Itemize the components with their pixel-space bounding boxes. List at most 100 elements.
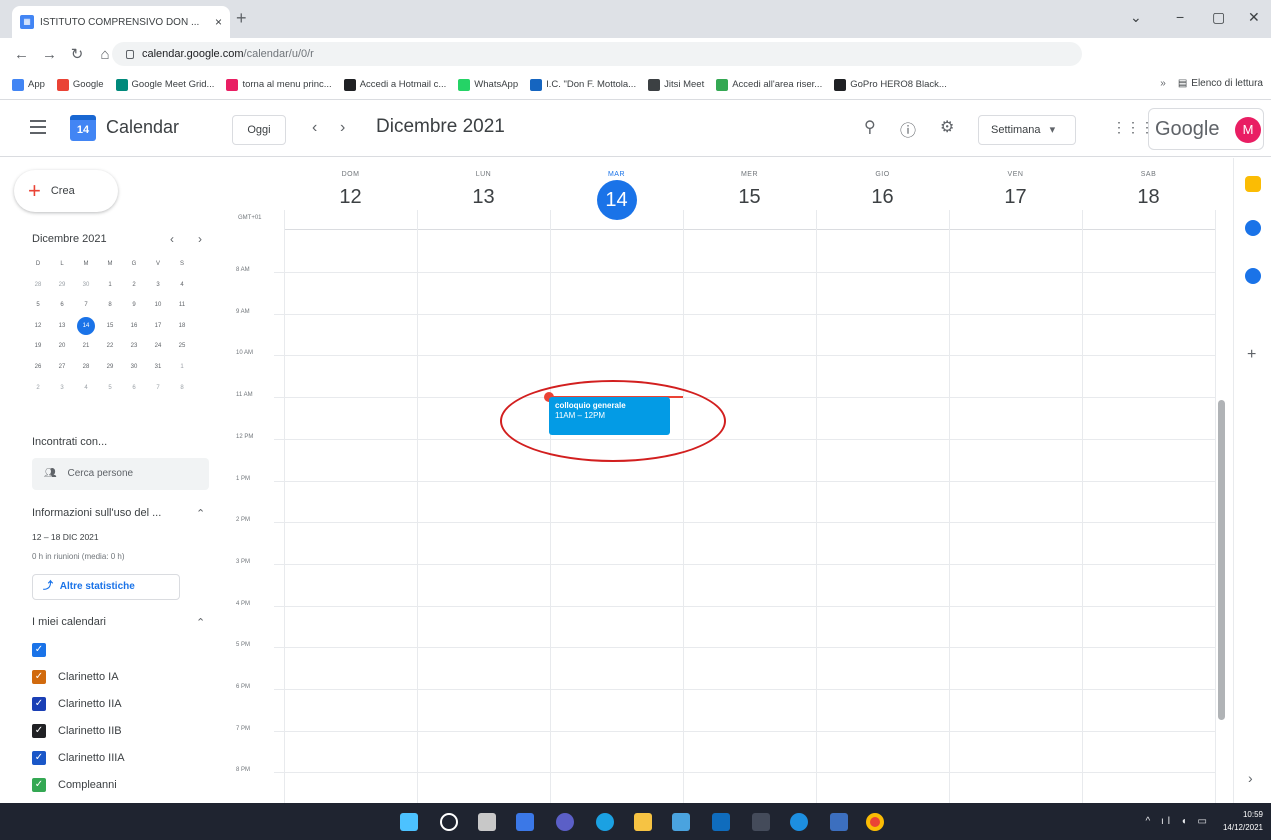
mini-day[interactable]: 6 [122,378,146,399]
mini-day[interactable]: 10 [146,295,170,316]
checkbox-icon[interactable]: ✓ [32,697,46,711]
calendar-item[interactable]: ✓ Compleanni [32,778,117,792]
maximize-icon[interactable]: ▢ [1212,9,1225,26]
taskbar-search-icon[interactable] [440,813,458,831]
account-avatar[interactable]: M [1235,117,1261,143]
new-tab-button[interactable]: + [236,8,247,29]
search-people-input[interactable]: 👥︎ Cerca persone [32,458,209,490]
day-date[interactable]: 14 [596,180,637,220]
url-field[interactable]: calendar.google.com /calendar/u/0/r [112,42,1082,66]
skype-icon[interactable] [790,813,808,831]
add-addon-icon[interactable]: + [1247,346,1256,364]
system-tray-icons[interactable]: ^ ıl ◖ ▭ [1145,816,1211,827]
keep-icon[interactable] [1245,176,1261,192]
chat-icon[interactable] [556,813,574,831]
tasks-icon[interactable] [1245,220,1261,236]
mini-day[interactable]: 30 [74,275,98,296]
create-button[interactable]: + Crea [14,170,118,212]
close-tab-icon[interactable]: × [215,15,222,29]
checkbox-icon[interactable]: ✓ [32,778,46,792]
mini-day[interactable]: 17 [146,316,170,337]
view-selector[interactable]: Settimana ▾ [978,115,1076,145]
bookmark-item[interactable]: Google Meet Grid... [115,78,214,91]
reload-icon[interactable]: ↻ [70,45,84,63]
mini-day[interactable]: 5 [26,295,50,316]
day-date[interactable]: 18 [1082,186,1215,209]
more-stats-button[interactable]: ⤴ Altre statistiche [32,574,180,600]
mini-next-icon[interactable]: › [198,232,202,246]
reading-list[interactable]: » ▤ Elenco di lettura [1160,78,1263,89]
search-icon[interactable]: ⚲ [864,117,876,137]
file-explorer-icon[interactable] [634,813,652,831]
mini-day[interactable]: 29 [50,275,74,296]
checkbox-icon[interactable]: ✓ [32,724,46,738]
checkbox-icon[interactable]: ✓ [32,670,46,684]
week-time-grid[interactable] [274,210,1216,804]
day-date[interactable]: 12 [284,186,417,209]
mini-day[interactable]: 16 [122,316,146,337]
day-header[interactable]: VEN 17 [949,158,1082,209]
mini-day[interactable]: 29 [98,357,122,378]
mini-day[interactable]: 6 [50,295,74,316]
mail-icon[interactable] [712,813,730,831]
mini-day[interactable]: 1 [170,357,194,378]
mini-day[interactable]: 9 [122,295,146,316]
widgets-icon[interactable] [516,813,534,831]
main-menu-icon[interactable] [30,120,46,138]
day-date[interactable]: 16 [816,186,949,209]
calendar-item[interactable]: ✓ Clarinetto IIIA [32,751,125,765]
task-view-icon[interactable] [478,813,496,831]
mini-day[interactable]: 2 [26,378,50,399]
edge-icon[interactable] [596,813,614,831]
mini-day[interactable]: 8 [170,378,194,399]
minimize-icon[interactable]: − [1176,9,1184,25]
mini-day[interactable]: 11 [170,295,194,316]
checkbox-icon[interactable]: ✓ [32,643,46,657]
store-icon[interactable] [672,813,690,831]
app-icon[interactable] [752,813,770,831]
day-date[interactable]: 15 [683,186,816,209]
more-bookmarks-icon[interactable]: » [1160,78,1166,89]
mini-day[interactable]: 3 [50,378,74,399]
bookmark-item[interactable]: WhatsApp [458,78,518,91]
mini-day[interactable]: 19 [26,336,50,357]
mini-day[interactable]: 26 [26,357,50,378]
scrollbar[interactable] [1218,400,1225,720]
day-header[interactable]: LUN 13 [417,158,550,209]
bookmark-item[interactable]: Jitsi Meet [648,78,704,91]
bookmark-item[interactable]: Accedi a Hotmail c... [343,78,446,91]
mini-day[interactable]: 24 [146,336,170,357]
expand-panel-icon[interactable]: › [1248,770,1253,786]
clock[interactable]: 10:59 14/12/2021 [1223,808,1263,834]
mini-day[interactable]: 7 [74,295,98,316]
day-header[interactable]: DOM 12 [284,158,417,209]
mini-day[interactable]: 15 [98,316,122,337]
day-header[interactable]: GIO 16 [816,158,949,209]
mini-day[interactable]: 3 [146,275,170,296]
day-header[interactable]: MAR 14 [550,158,683,220]
browser-tab[interactable]: ▦ ISTITUTO COMPRENSIVO DON ... × [12,6,230,38]
day-date[interactable]: 17 [949,186,1082,209]
bookmark-item[interactable]: torna al menu princ... [226,78,332,91]
day-header[interactable]: SAB 18 [1082,158,1215,209]
bookmark-item[interactable]: Accedi all'area riser... [716,78,822,91]
checkbox-icon[interactable]: ✓ [32,751,46,765]
bookmark-item[interactable]: GoPro HERO8 Black... [834,78,947,91]
mini-day[interactable]: 2 [122,275,146,296]
chrome-icon[interactable] [866,813,884,831]
help-icon[interactable]: ⓘ [900,117,916,141]
mini-day[interactable]: 8 [98,295,122,316]
mini-day[interactable]: 12 [26,316,50,337]
mini-day[interactable]: 28 [74,357,98,378]
mini-day[interactable]: 22 [98,336,122,357]
calendar-item[interactable]: ✓ Clarinetto IIB [32,724,122,738]
day-header[interactable]: MER 15 [683,158,816,209]
mini-day[interactable]: 30 [122,357,146,378]
forward-icon[interactable]: → [42,46,57,63]
mini-day[interactable]: 18 [170,316,194,337]
next-week-icon[interactable]: › [340,119,345,137]
bookmark-item[interactable]: I.C. "Don F. Mottola... [530,78,636,91]
bookmark-item[interactable]: Google [56,78,104,91]
contacts-icon[interactable] [1245,268,1261,284]
tab-search-icon[interactable]: ⌄ [1130,9,1142,26]
